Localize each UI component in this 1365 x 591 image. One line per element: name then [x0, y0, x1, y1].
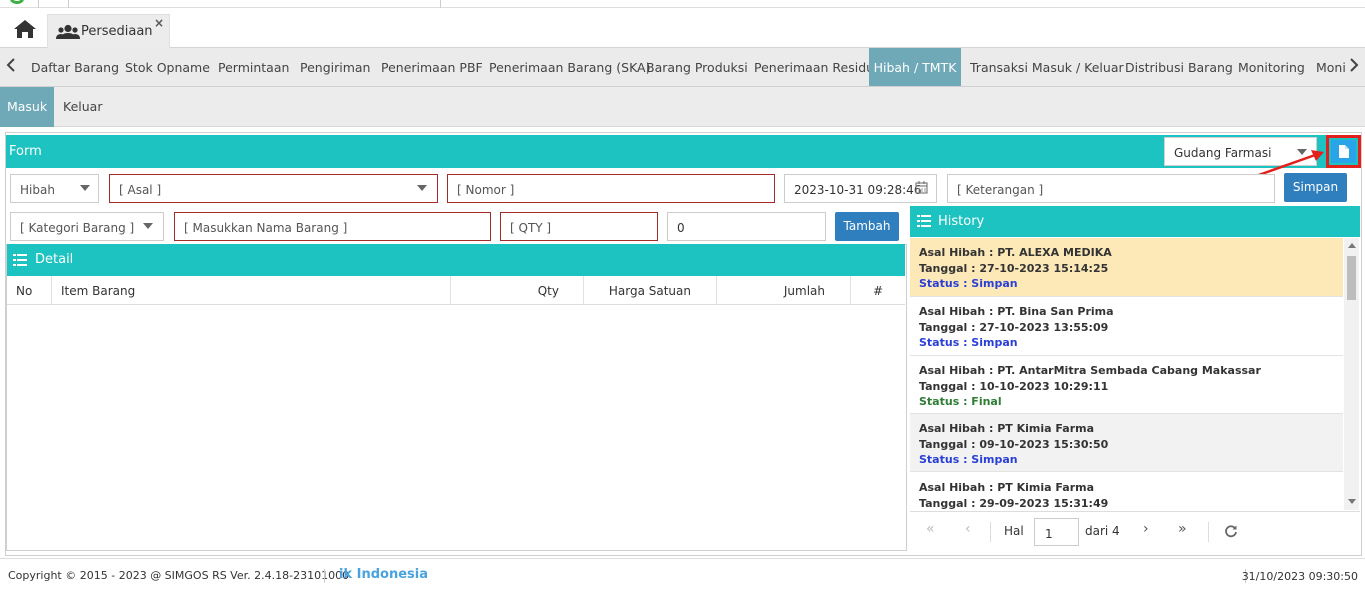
chevron-left-icon[interactable] [6, 58, 16, 76]
history-tanggal: Tanggal : 27-10-2023 15:14:25 [919, 261, 1109, 275]
history-item[interactable]: Asal Hibah : PT Kimia Farma Tanggal : 09… [910, 414, 1343, 472]
menu-item-hibah-tmtk[interactable]: Hibah / TMTK [869, 48, 961, 86]
first-page-icon[interactable]: « [926, 521, 935, 537]
menu-item-daftar-barang[interactable]: Daftar Barang [31, 48, 119, 86]
brand-text: ik Indonesia [339, 567, 428, 582]
history-scrollbar[interactable] [1344, 238, 1359, 510]
tab-keluar[interactable]: Keluar [63, 87, 102, 127]
history-tanggal: Tanggal : 10-10-2023 10:29:11 [919, 379, 1109, 393]
asal-select[interactable]: [ Asal ] [109, 174, 438, 203]
home-icon[interactable] [12, 18, 40, 40]
history-asal: Asal Hibah : PT Kimia Farma [919, 481, 1095, 494]
form-title: Form [9, 144, 42, 159]
list-icon [917, 215, 931, 230]
history-item[interactable]: Asal Hibah : PT. AntarMitra Sembada Caba… [910, 356, 1343, 414]
history-asal: Asal Hibah : PT. AntarMitra Sembada Caba… [919, 364, 1261, 377]
keterangan-input[interactable]: [ Keterangan ] [947, 174, 1275, 203]
chevron-down-icon [80, 185, 90, 191]
prev-page-icon[interactable]: ‹ [965, 521, 971, 537]
nomor-input[interactable]: [ Nomor ] [447, 174, 775, 203]
next-page-icon[interactable]: › [1143, 521, 1149, 537]
file-icon [1339, 145, 1349, 158]
tab-masuk[interactable]: Masuk [0, 87, 54, 127]
form-header: Form [6, 135, 1360, 168]
app-logo-icon [10, 0, 24, 4]
menu-item-monitoring[interactable]: Monitoring [1238, 48, 1305, 86]
history-header: History [910, 206, 1360, 237]
page-label: Hal [1004, 524, 1024, 538]
column-no: No [7, 276, 52, 304]
calendar-icon[interactable] [915, 181, 928, 197]
new-document-button[interactable] [1326, 135, 1361, 168]
menu-item-penerimaan-pbf[interactable]: Penerimaan PBF [381, 48, 483, 86]
history-status: Status : Simpan [919, 336, 1018, 349]
detail-title: Detail [35, 252, 74, 267]
menu-item-penerimaan-barang-ska[interactable]: Penerimaan Barang (SKA) [489, 48, 650, 86]
history-status: Status : Simpan [919, 453, 1018, 466]
history-item[interactable]: Asal Hibah : PT. Bina San Prima Tanggal … [910, 297, 1343, 356]
divider [68, 0, 69, 8]
footer-datetime: 31/10/2023 09:30:50 [1241, 570, 1358, 583]
last-page-icon[interactable]: » [1178, 521, 1187, 537]
history-tanggal: Tanggal : 27-10-2023 13:55:09 [919, 320, 1109, 334]
list-icon [13, 254, 27, 269]
history-item[interactable]: Asal Hibah : PT. ALEXA MEDIKA Tanggal : … [910, 238, 1343, 297]
copyright-text: Copyright © 2015 - 2023 @ SIMGOS RS Ver.… [8, 569, 350, 582]
page-count: dari 4 [1085, 524, 1120, 538]
history-tanggal: Tanggal : 09-10-2023 15:30:50 [919, 437, 1109, 451]
menu-item-distribusi-barang[interactable]: Distribusi Barang [1125, 48, 1233, 86]
history-title: History [938, 214, 985, 229]
simpan-button[interactable]: Simpan [1284, 173, 1347, 202]
menu-item-barang-produksi[interactable]: Barang Produksi [646, 48, 748, 86]
scrollbar-thumb[interactable] [1347, 256, 1356, 300]
history-asal: Asal Hibah : PT. ALEXA MEDIKA [919, 246, 1112, 259]
tab-persediaan-label: Persediaan [81, 24, 153, 39]
menu-item-moni[interactable]: Moni [1316, 48, 1346, 86]
module-menu: Daftar Barang Stok Opname Permintaan Pen… [0, 48, 1365, 87]
menu-item-stok-opname[interactable]: Stok Opname [125, 48, 210, 86]
divider [990, 522, 991, 542]
scroll-down-icon[interactable] [1348, 499, 1356, 504]
history-status: Status : Final [919, 395, 1002, 408]
nama-barang-input[interactable]: [ Masukkan Nama Barang ] [174, 212, 491, 241]
harga-input[interactable]: 0 [667, 212, 826, 241]
divider [324, 569, 325, 583]
qty-input[interactable]: [ QTY ] [500, 212, 658, 241]
tab-persediaan[interactable]: Persediaan × [47, 14, 170, 48]
tambah-button[interactable]: Tambah [835, 212, 899, 241]
menu-item-transaksi-masuk-keluar[interactable]: Transaksi Masuk / Keluar [970, 48, 1124, 86]
page-input[interactable]: 1 [1034, 518, 1079, 546]
column-item-barang: Item Barang [52, 276, 451, 304]
history-tanggal: Tanggal : 29-09-2023 15:31:49 [919, 496, 1109, 510]
history-status: Status : Simpan [919, 277, 1018, 290]
column-qty: Qty [451, 276, 584, 304]
menu-item-permintaan[interactable]: Permintaan [218, 48, 289, 86]
chevron-right-icon[interactable] [1349, 58, 1359, 76]
column-harga-satuan: Harga Satuan [584, 276, 717, 304]
browser-top-strip [0, 0, 1365, 8]
app-tab-bar: Persediaan × [0, 8, 1365, 48]
column-actions: # [872, 284, 884, 298]
close-icon[interactable]: × [154, 16, 164, 30]
divider [1208, 522, 1209, 542]
chevron-down-icon [417, 185, 427, 191]
footer: Copyright © 2015 - 2023 @ SIMGOS RS Ver.… [0, 558, 1365, 591]
history-asal: Asal Hibah : PT. Bina San Prima [919, 305, 1114, 318]
history-asal: Asal Hibah : PT Kimia Farma [919, 422, 1095, 435]
menu-item-penerimaan-residu[interactable]: Penerimaan Residu [754, 48, 874, 86]
scroll-up-icon[interactable] [1348, 243, 1356, 248]
column-jumlah: Jumlah [717, 276, 851, 304]
sub-menu: Masuk Keluar [0, 87, 1365, 127]
chevron-down-icon [143, 223, 153, 229]
users-icon [56, 24, 80, 43]
history-item[interactable]: Asal Hibah : PT Kimia Farma Tanggal : 29… [910, 472, 1343, 510]
kategori-barang-select[interactable]: [ Kategori Barang ] [10, 212, 164, 241]
history-pager: « ‹ Hal 1 dari 4 › » [910, 511, 1360, 551]
detail-header: Detail [7, 244, 905, 276]
menu-item-pengiriman[interactable]: Pengiriman [300, 48, 370, 86]
refresh-icon[interactable] [1224, 524, 1238, 541]
divider [440, 0, 441, 8]
detail-table-header: No Item Barang Qty Harga Satuan Jumlah # [7, 276, 905, 305]
divider [38, 0, 39, 8]
